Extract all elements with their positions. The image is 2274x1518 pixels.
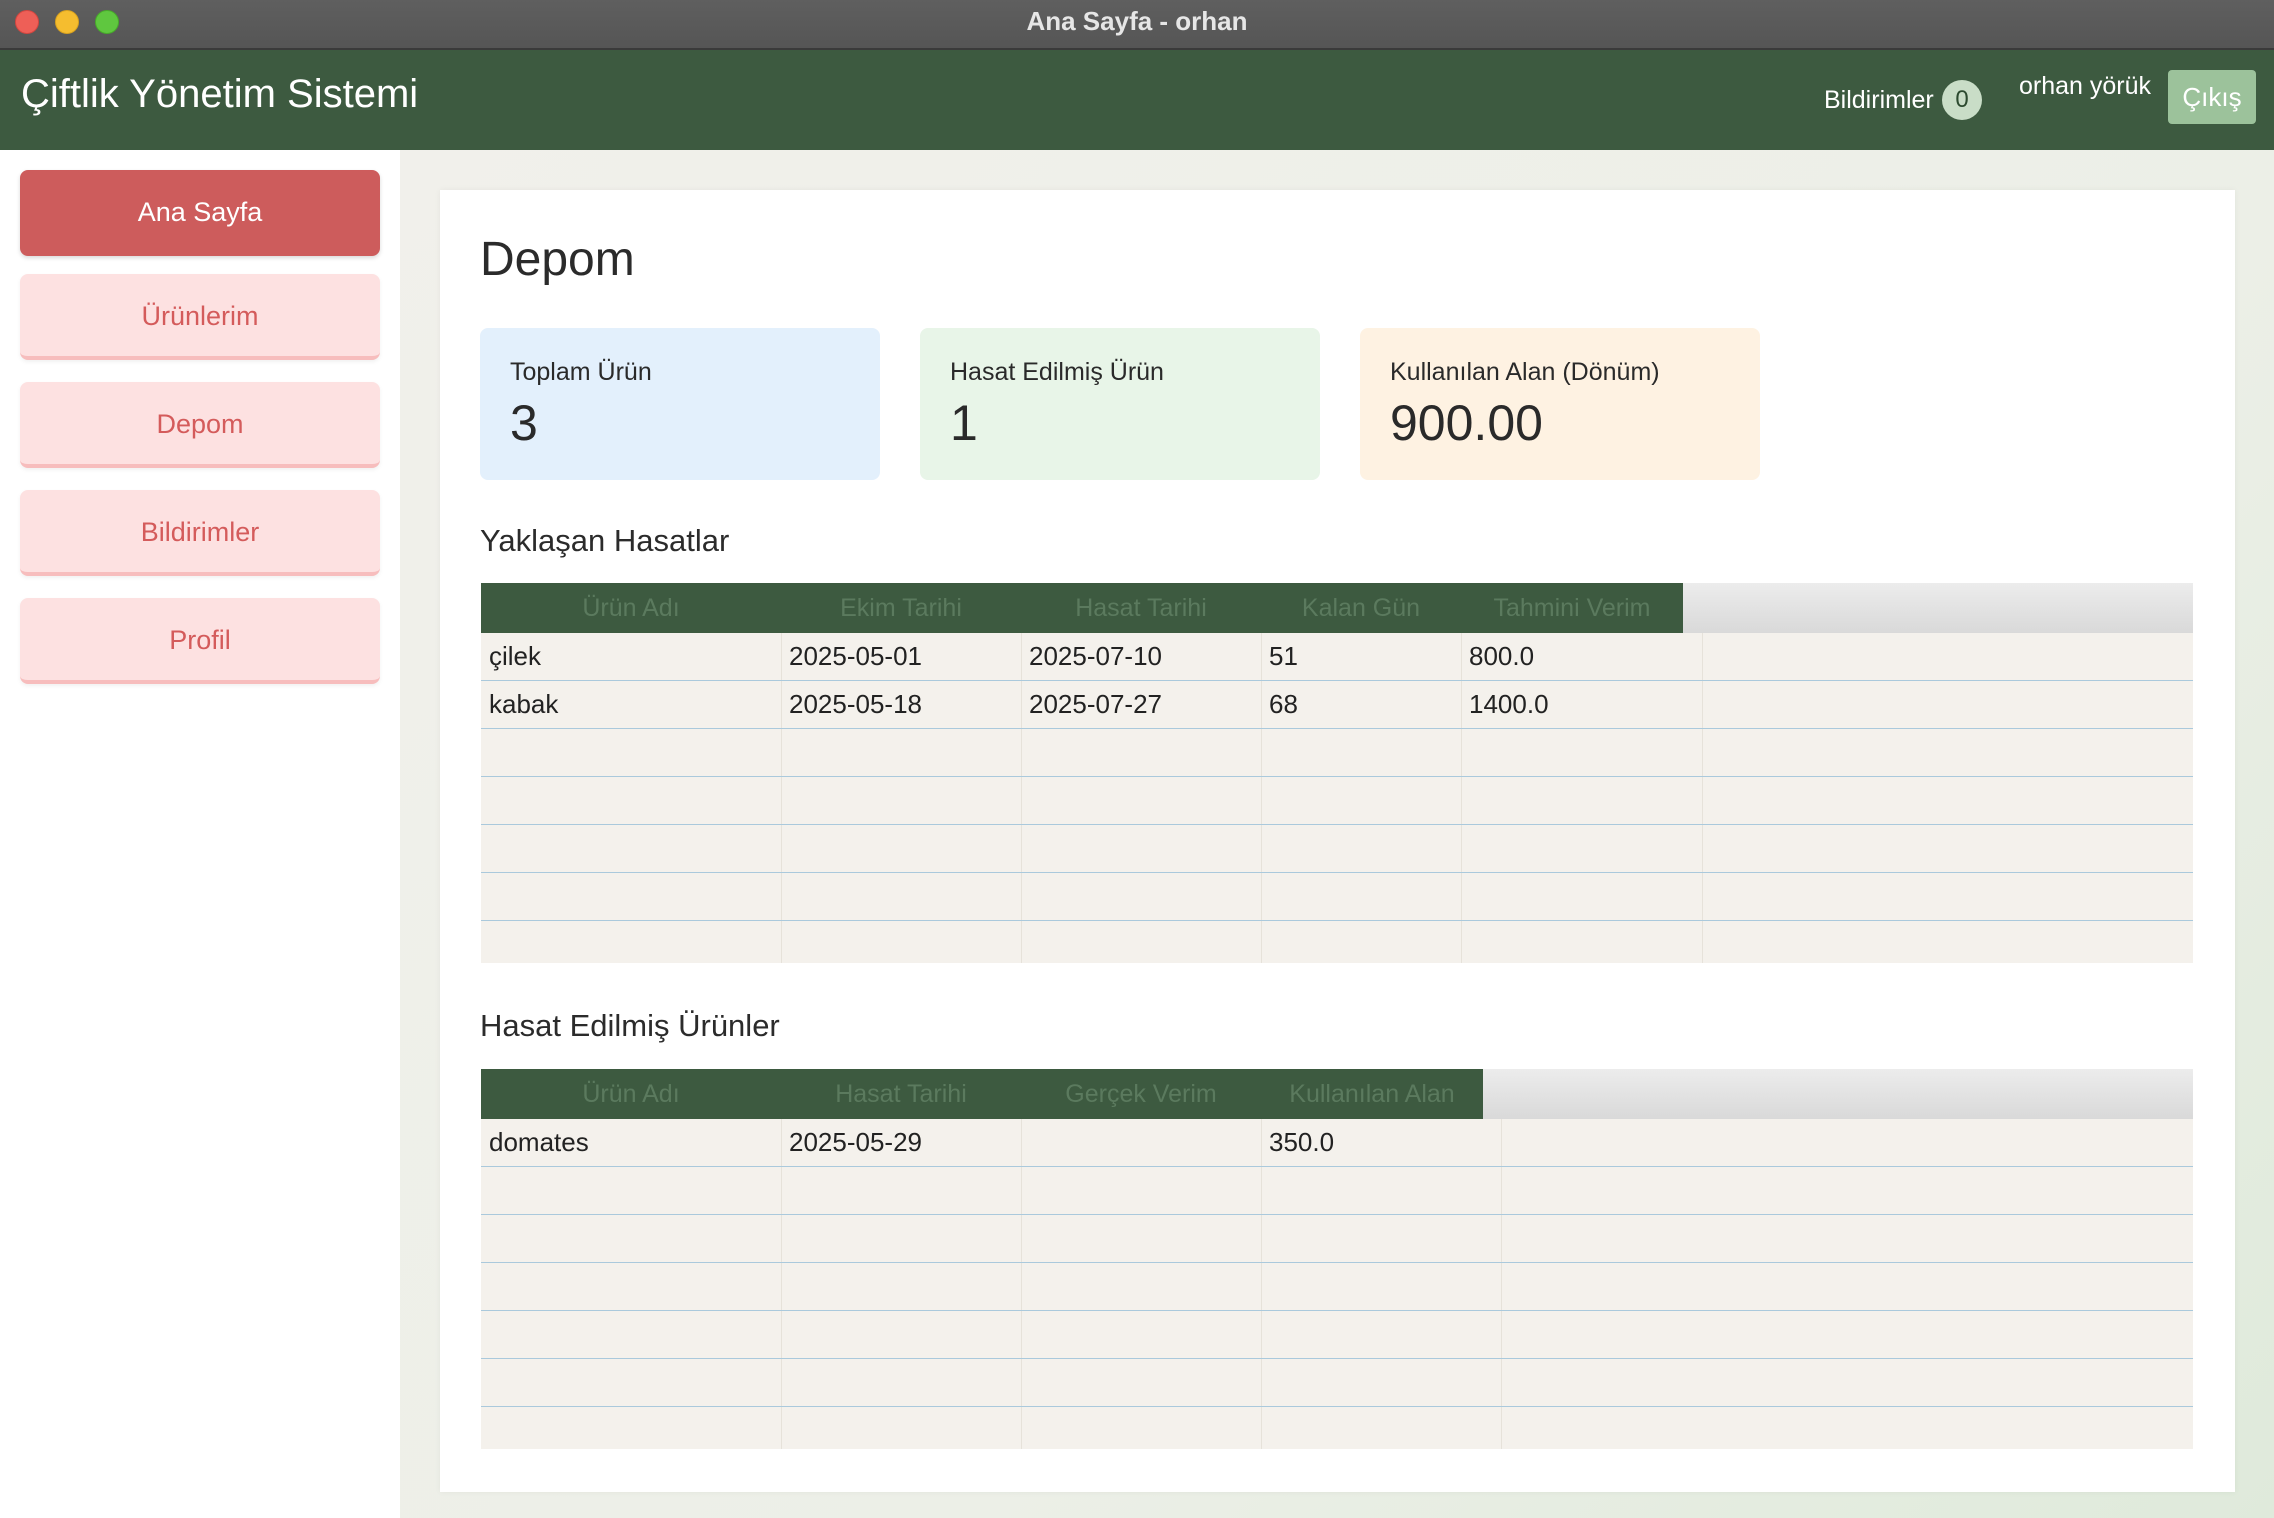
cell-ekim-tarihi: 2025-05-01 xyxy=(789,641,922,671)
empty-table-row xyxy=(481,1215,2193,1263)
sidebar-item-urunlerim[interactable]: Ürünlerim xyxy=(20,274,380,360)
stat-value: 900.00 xyxy=(1390,395,1543,451)
column-header-urun-adi[interactable]: Ürün Adı xyxy=(481,583,781,633)
column-header-ekim-tarihi[interactable]: Ekim Tarihi xyxy=(781,583,1021,633)
sidebar-item-depom[interactable]: Depom xyxy=(20,382,380,468)
window-titlebar: Ana Sayfa - orhan xyxy=(0,0,2274,50)
column-header-tahmini-verim[interactable]: Tahmini Verim xyxy=(1461,583,1683,633)
logout-button[interactable]: Çıkış xyxy=(2168,70,2256,124)
cell-tahmini-verim: 1400.0 xyxy=(1469,689,1549,719)
sidebar-item-ana-sayfa[interactable]: Ana Sayfa xyxy=(20,170,380,256)
stat-card-harvested-products: Hasat Edilmiş Ürün 1 xyxy=(920,328,1320,480)
upcoming-harvests-table[interactable]: Ürün Adı Ekim Tarihi Hasat Tarihi Kalan … xyxy=(481,583,2193,963)
column-header-urun-adi[interactable]: Ürün Adı xyxy=(481,1069,781,1119)
cell-urun-adi: çilek xyxy=(489,641,542,671)
stat-card-used-area: Kullanılan Alan (Dönüm) 900.00 xyxy=(1360,328,1760,480)
empty-table-row xyxy=(481,777,2193,825)
stat-value: 1 xyxy=(950,395,978,451)
stat-value: 3 xyxy=(510,395,538,451)
user-name: orhan yörük xyxy=(2019,72,2152,100)
sidebar-item-profil[interactable]: Profil xyxy=(20,598,380,684)
cell-hasat-tarihi: 2025-07-10 xyxy=(1029,641,1162,671)
harvested-products-table[interactable]: Ürün Adı Hasat Tarihi Gerçek Verim Kulla… xyxy=(481,1069,2193,1449)
stat-card-total-products: Toplam Ürün 3 xyxy=(480,328,880,480)
empty-table-row xyxy=(481,1359,2193,1407)
sidebar: Ana Sayfa Ürünlerim Depom Bildirimler Pr… xyxy=(0,150,400,1518)
empty-table-row xyxy=(481,873,2193,921)
cell-hasat-tarihi: 2025-07-27 xyxy=(1029,689,1162,719)
upcoming-harvests-title: Yaklaşan Hasatlar xyxy=(480,523,730,558)
sidebar-item-bildirimler[interactable]: Bildirimler xyxy=(20,490,380,576)
stat-label: Toplam Ürün xyxy=(510,358,652,386)
cell-ekim-tarihi: 2025-05-18 xyxy=(789,689,922,719)
column-header-hasat-tarihi[interactable]: Hasat Tarihi xyxy=(781,1069,1021,1119)
cell-urun-adi: domates xyxy=(489,1127,589,1157)
harvested-products-title: Hasat Edilmiş Ürünler xyxy=(480,1008,780,1043)
empty-table-row xyxy=(481,1311,2193,1359)
table-row[interactable]: kabak 2025-05-18 2025-07-27 68 1400.0 xyxy=(481,681,2193,729)
cell-kalan-gun: 51 xyxy=(1269,641,1298,671)
cell-kullanilan-alan: 350.0 xyxy=(1269,1127,1335,1157)
stat-label: Hasat Edilmiş Ürün xyxy=(950,358,1164,386)
window-title: Ana Sayfa - orhan xyxy=(1026,6,1248,36)
column-header-gercek-verim[interactable]: Gerçek Verim xyxy=(1021,1069,1261,1119)
cell-hasat-tarihi: 2025-05-29 xyxy=(789,1127,922,1157)
empty-table-row xyxy=(481,1167,2193,1215)
app-header: Çiftlik Yönetim Sistemi Bildirimler 0 or… xyxy=(0,50,2274,150)
app-title: Çiftlik Yönetim Sistemi xyxy=(21,72,419,116)
cell-gercek-verim xyxy=(1021,1119,1261,1166)
page-title: Depom xyxy=(480,233,635,286)
notifications-count-badge[interactable]: 0 xyxy=(1942,80,1982,120)
cell-urun-adi: kabak xyxy=(489,689,559,719)
table-row[interactable]: domates 2025-05-29 350.0 xyxy=(481,1119,2193,1167)
empty-table-row xyxy=(481,729,2193,777)
table-header: Ürün Adı Hasat Tarihi Gerçek Verim Kulla… xyxy=(481,1069,2193,1119)
empty-table-row xyxy=(481,825,2193,873)
column-header-hasat-tarihi[interactable]: Hasat Tarihi xyxy=(1021,583,1261,633)
empty-table-row xyxy=(481,1263,2193,1311)
stat-label: Kullanılan Alan (Dönüm) xyxy=(1390,358,1660,386)
cell-kalan-gun: 68 xyxy=(1269,689,1298,719)
cell-tahmini-verim: 800.0 xyxy=(1469,641,1535,671)
table-row[interactable]: çilek 2025-05-01 2025-07-10 51 800.0 xyxy=(481,633,2193,681)
column-header-kalan-gun[interactable]: Kalan Gün xyxy=(1261,583,1461,633)
notifications-link[interactable]: Bildirimler xyxy=(1824,86,1934,115)
column-header-kullanilan-alan[interactable]: Kullanılan Alan xyxy=(1261,1069,1483,1119)
table-header: Ürün Adı Ekim Tarihi Hasat Tarihi Kalan … xyxy=(481,583,2193,633)
